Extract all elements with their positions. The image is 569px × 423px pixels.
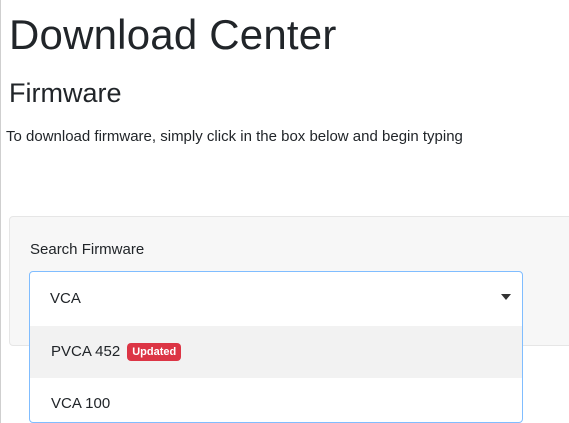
chevron-down-icon[interactable]: [501, 294, 511, 300]
download-center-page: Download Center Firmware To download fir…: [0, 0, 569, 423]
option-label: VCA 100: [51, 395, 111, 412]
search-input[interactable]: [50, 286, 450, 310]
firmware-select[interactable]: PVCA 452 Updated VCA 100: [29, 271, 523, 423]
intro-text: To download firmware, simply click in th…: [6, 128, 463, 145]
option-label: PVCA 452: [51, 343, 121, 360]
section-title: Firmware: [9, 78, 122, 108]
search-label: Search Firmware: [30, 241, 145, 258]
select-input-row[interactable]: [30, 272, 522, 326]
dropdown-option-pvca-452[interactable]: PVCA 452 Updated: [30, 326, 522, 378]
updated-badge: Updated: [127, 343, 182, 361]
page-title: Download Center: [9, 11, 337, 58]
dropdown-option-vca-100[interactable]: VCA 100: [30, 378, 522, 422]
left-border: [0, 0, 1, 423]
